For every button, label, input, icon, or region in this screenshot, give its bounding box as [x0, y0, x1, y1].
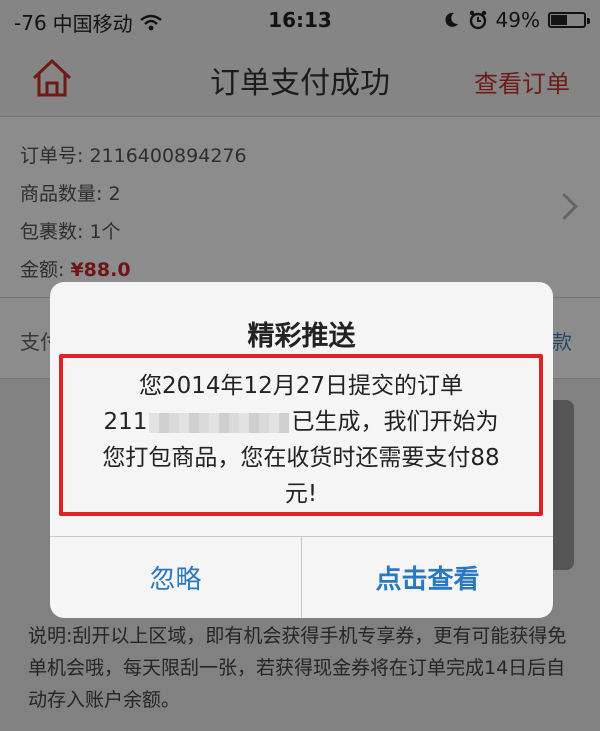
ignore-button[interactable]: 忽略 [50, 537, 301, 618]
view-details-button[interactable]: 点击查看 [302, 537, 553, 618]
alert-message-line4: 元! [284, 481, 318, 507]
alert-title: 精彩推送 [247, 321, 356, 352]
alert-message-line2-text: 已生成，我们开始为 [291, 409, 499, 435]
push-alert-dialog: 精彩推送 您2014年12月27日提交的订单 211 已生成，我们开始为 您打包商… [50, 282, 553, 618]
alert-message: 您2014年12月27日提交的订单 211 已生成，我们开始为 您打包商品，您在收… [75, 368, 527, 512]
alert-message-highlight: 您2014年12月27日提交的订单 211 已生成，我们开始为 您打包商品，您在收… [59, 354, 543, 516]
order-number-prefix: 211 [103, 409, 148, 435]
redacted-order-number [149, 412, 290, 433]
alert-message-line3: 您打包商品，您在收货时还需要支付88 [102, 445, 500, 471]
alert-message-line1: 您2014年12月27日提交的订单 [138, 373, 464, 399]
alert-message-line2: 211 已生成，我们开始为 [75, 404, 527, 440]
